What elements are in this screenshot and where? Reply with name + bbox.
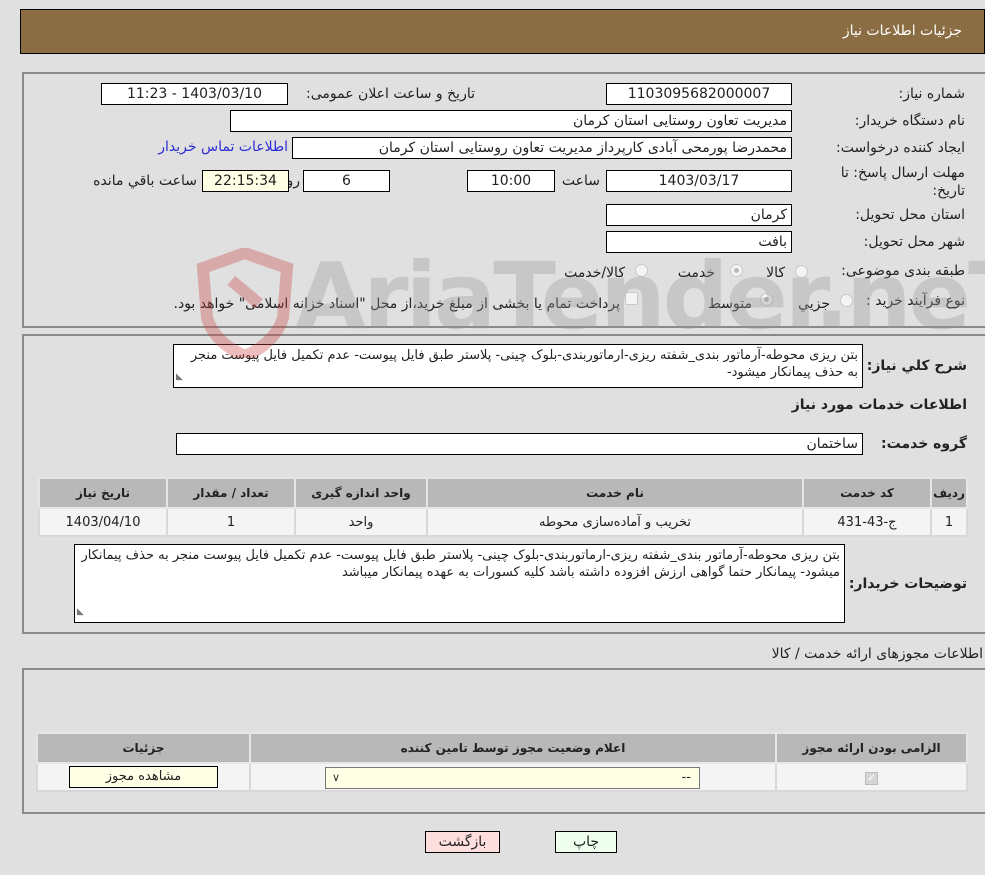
deadline-label-line1: مهلت ارسال پاسخ: تا [840,165,965,181]
purchase-type-label: نوع فرآیند خرید : [866,293,965,309]
permits-section-title: اطلاعات مجوزهای ارائه خدمت / کالا [771,646,983,662]
cell-permit-details: مشاهده مجوز [36,762,251,792]
col-unit: واحد اندازه گیری [294,477,428,509]
requester-field: محمدرضا پورمحی آبادی کارپرداز مدیریت تعا… [292,137,792,159]
buyer-org-label: نام دستگاه خریدار: [854,113,965,129]
page-title: جزئیات اطلاعات نیاز [842,23,962,39]
col-row-number: ردیف [930,477,968,509]
buyer-notes-text: بتن ریزی محوطه-آرماتور بندی_شفته ریزی-ار… [81,548,840,580]
purchase-radio-minor[interactable] [840,294,853,307]
summary-text: بتن ریزی محوطه-آرماتور بندی_شفته ریزی-ار… [190,348,858,380]
view-permit-button[interactable]: مشاهده مجوز [69,766,218,788]
permit-status-select[interactable]: -- ∨ [325,767,700,789]
page-header: جزئیات اطلاعات نیاز [20,9,985,54]
cell-need-date: 1403/04/10 [38,507,168,537]
col-permit-status: اعلام وضعیت مجوز توسط تامین کننده [249,732,777,764]
back-button[interactable]: بازگشت [425,831,500,853]
need-number-field: 1103095682000007 [606,83,792,105]
permits-table-header: الزامی بودن ارائه مجوز اعلام وضعیت مجوز … [36,732,968,764]
col-service-code: کد خدمت [802,477,932,509]
services-table: ردیف کد خدمت نام خدمت واحد اندازه گیری ت… [38,477,968,537]
purchase-radio-medium[interactable] [760,293,773,306]
print-button[interactable]: چاپ [555,831,617,853]
cell-service-name: تخریب و آماده‌سازی محوطه [426,507,804,537]
service-group-label: گروه خدمت: [881,436,967,452]
buyer-contact-link[interactable]: اطلاعات تماس خریدار [158,139,288,155]
services-table-header: ردیف کد خدمت نام خدمت واحد اندازه گیری ت… [38,477,968,509]
category-option-service: خدمت [677,265,715,281]
cell-quantity: 1 [166,507,296,537]
need-number-label: شماره نیاز: [898,86,966,102]
cell-permit-status: -- ∨ [249,762,777,792]
cell-unit: واحد [294,507,428,537]
permits-table: الزامی بودن ارائه مجوز اعلام وضعیت مجوز … [36,732,968,792]
purchase-option-medium: متوسط [708,296,752,312]
city-field: بافت [606,231,792,253]
time-remaining-field: 22:15:34 [202,170,289,192]
deadline-label: مهلت ارسال پاسخ: تا تاریخ: [841,164,965,200]
buyer-notes-label: توضیحات خریدار: [848,576,967,592]
treasury-checkbox-label: پرداخت تمام یا بخشی از مبلغ خرید،از محل … [173,296,620,312]
days-remaining-field: 6 [303,170,390,192]
permit-status-value: -- [681,770,691,785]
col-permit-required: الزامی بودن ارائه مجوز [775,732,968,764]
summary-label: شرح کلي نياز: [866,358,967,374]
category-option-goods: کالا [766,265,785,281]
summary-textarea[interactable]: بتن ریزی محوطه-آرماتور بندی_شفته ریزی-ار… [173,344,863,388]
cell-permit-required: ✓ [775,762,968,792]
buyer-notes-textarea[interactable]: بتن ریزی محوطه-آرماتور بندی_شفته ریزی-ار… [74,544,845,623]
deadline-label-line2: تاریخ: [932,183,965,199]
province-label: استان محل تحویل: [855,207,965,223]
city-label: شهر محل تحویل: [863,234,965,250]
service-group-field: ساختمان [176,433,863,455]
cell-service-code: ج-43-431 [802,507,932,537]
table-row: 1 ج-43-431 تخریب و آماده‌سازی محوطه واحد… [38,507,968,537]
category-radio-goods-service[interactable] [635,264,648,277]
requester-label: ایجاد کننده درخواست: [836,140,965,156]
category-option-goods-service: کالا/خدمت [564,265,625,281]
buyer-org-field: مدیریت تعاون روستایی استان کرمان [230,110,792,132]
announce-datetime-field: 1403/03/10 - 11:23 [101,83,288,105]
announce-datetime-label: تاریخ و ساعت اعلان عمومی: [306,86,475,102]
resize-handle-icon[interactable]: ◢ [176,369,183,386]
resize-handle-icon[interactable]: ◢ [77,604,84,621]
table-row: ✓ -- ∨ مشاهده مجوز [36,762,968,792]
purchase-option-minor: جزيي [798,296,830,312]
chevron-down-icon: ∨ [332,771,341,784]
province-field: کرمان [606,204,792,226]
cell-row-number: 1 [930,507,968,537]
deadline-date-field: 1403/03/17 [606,170,792,192]
time-remaining-label: ساعت باقي مانده [93,173,197,189]
category-radio-service[interactable] [730,264,743,277]
col-service-name: نام خدمت [426,477,804,509]
deadline-time-field: 10:00 [467,170,555,192]
deadline-time-label: ساعت [561,173,600,189]
category-label: طبقه بندی موضوعی: [841,263,965,279]
col-need-date: تاریخ نیاز [38,477,168,509]
treasury-checkbox[interactable] [625,292,638,305]
permit-required-checkbox[interactable]: ✓ [865,771,878,785]
services-section-title: اطلاعات خدمات مورد نياز [791,397,967,413]
category-radio-goods[interactable] [795,265,808,278]
col-quantity: تعداد / مقدار [166,477,296,509]
col-permit-details: جزئیات [36,732,251,764]
